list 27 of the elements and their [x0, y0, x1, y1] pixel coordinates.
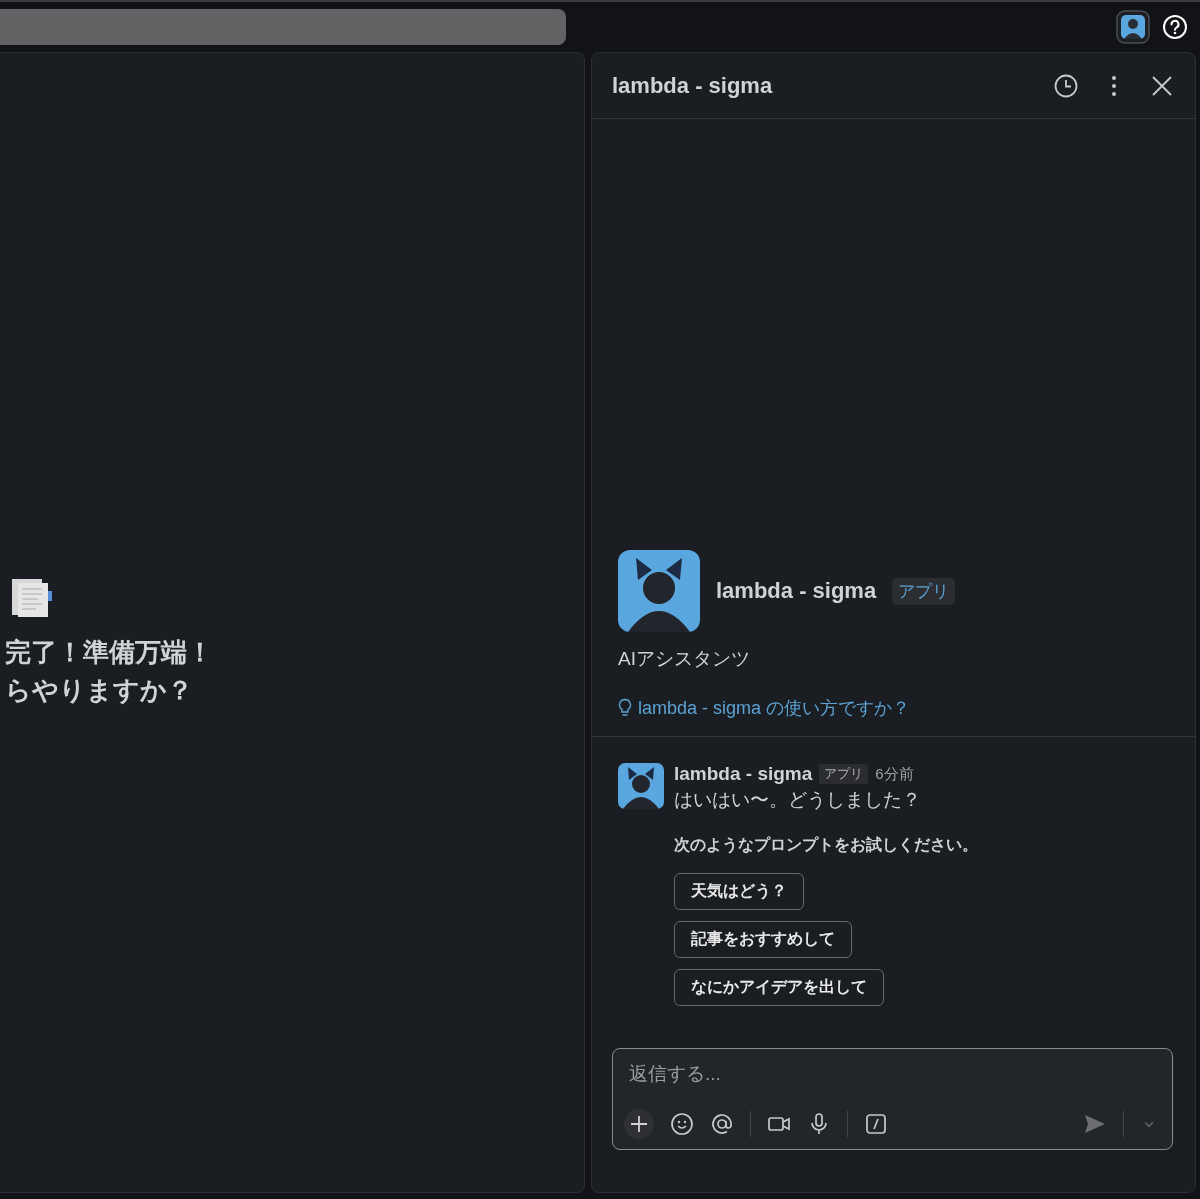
document-icon: [10, 576, 54, 619]
user-avatar-icon[interactable]: [1116, 10, 1150, 44]
clock-icon[interactable]: [1053, 72, 1079, 99]
message-text: 完了！準備万端！: [4, 635, 213, 669]
mention-icon[interactable]: [710, 1112, 734, 1136]
message-text: はいはい〜。どうしました？: [674, 788, 921, 812]
app-badge: アプリ: [819, 764, 869, 784]
help-link[interactable]: lambda - sigma の使い方ですか？: [618, 696, 911, 720]
app-description: AIアシスタンツ: [618, 647, 751, 671]
prompt-button[interactable]: 記事をおすすめして: [674, 921, 852, 958]
bot-avatar: [618, 763, 664, 809]
reply-field[interactable]: 返信する...: [624, 1061, 1158, 1087]
panel-title: lambda - sigma: [612, 72, 773, 99]
prompt-button[interactable]: 天気はどう？: [674, 873, 804, 910]
prompt-hint: 次のようなプロンプトをお試しください。: [674, 835, 978, 856]
timestamp: 6分前: [875, 764, 914, 784]
message-text: らやりますか？: [4, 673, 193, 707]
app-name: lambda - sigma: [716, 578, 877, 604]
help-icon[interactable]: [1162, 14, 1188, 40]
send-icon[interactable]: [1083, 1112, 1107, 1136]
prompt-button[interactable]: なにかアイデアを出して: [674, 969, 884, 1006]
lightbulb-icon: [618, 698, 632, 718]
emoji-icon[interactable]: [670, 1112, 694, 1136]
app-badge: アプリ: [892, 577, 956, 605]
slash-command-icon[interactable]: [864, 1112, 888, 1136]
sender-name[interactable]: lambda - sigma: [674, 763, 813, 785]
plus-icon[interactable]: [624, 1109, 654, 1139]
